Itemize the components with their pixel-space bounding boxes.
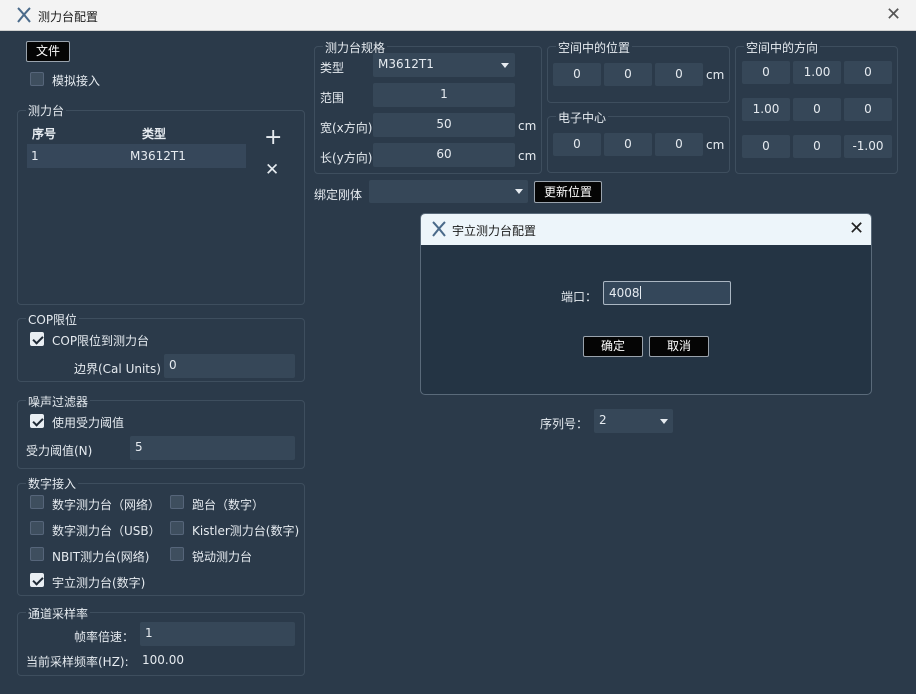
current-rate-label: 当前采样频率(HZ): [26, 655, 129, 669]
position-x-input[interactable]: 0 [553, 63, 601, 86]
dialog-title-bar: 宇立测力台配置 ✕ [421, 214, 871, 245]
yuli-digital-checkbox[interactable] [30, 573, 44, 587]
type-label: 类型 [320, 61, 345, 75]
type-dropdown-icon [501, 63, 509, 68]
force-threshold-checkbox-label: 使用受力阈值 [52, 416, 125, 430]
width-unit: cm [518, 119, 537, 133]
treadmill-digital-checkbox[interactable] [170, 495, 184, 509]
boundary-input[interactable]: 0 [164, 354, 295, 378]
text-cursor [639, 286, 641, 299]
nbit-network-checkbox[interactable] [30, 547, 44, 561]
window-close-icon[interactable]: ✕ [886, 6, 901, 24]
orientation-input[interactable]: 0 [844, 61, 892, 84]
dialog-close-icon[interactable]: ✕ [849, 220, 864, 238]
cop-group-title: COP限位 [26, 313, 80, 327]
position-z-input[interactable]: 0 [655, 63, 703, 86]
orientation-input[interactable]: 0 [742, 135, 790, 158]
column-header-index: 序号 [32, 127, 57, 141]
kistler-digital-checkbox[interactable] [170, 521, 184, 535]
noise-filter-title: 噪声过滤器 [26, 395, 91, 409]
digital-access-title: 数字接入 [26, 477, 79, 491]
nbit-network-label: NBIT测力台(网络) [52, 550, 150, 564]
digital-plate-network-checkbox[interactable] [30, 495, 44, 509]
file-button[interactable]: 文件 [26, 41, 70, 62]
port-label: 端口： [561, 290, 598, 304]
boundary-label: 边界(Cal Units) [74, 362, 161, 376]
force-threshold-input[interactable]: 5 [130, 436, 295, 460]
serial-dropdown-icon [660, 419, 668, 424]
length-unit: cm [518, 149, 537, 163]
electric-center-y-input[interactable]: 0 [604, 133, 652, 156]
force-threshold-checkbox[interactable] [30, 414, 44, 428]
remove-plate-icon[interactable]: ✕ [265, 160, 279, 180]
window-title-bar: 测力台配置 ✕ [0, 0, 916, 31]
app-logo-icon [17, 7, 31, 23]
bind-rigid-select[interactable] [369, 180, 528, 203]
yuli-digital-label: 宇立测力台(数字) [52, 576, 146, 590]
digital-plate-usb-checkbox[interactable] [30, 521, 44, 535]
serial-label: 序列号： [540, 417, 589, 431]
orientation-title: 空间中的方向 [744, 41, 821, 55]
width-input[interactable]: 50 [373, 113, 515, 137]
kistler-digital-label: Kistler测力台(数字) [192, 524, 300, 538]
force-threshold-label: 受力阈值(N) [26, 444, 93, 458]
type-select-value: M3612T1 [378, 57, 434, 71]
plate-row-type: M3612T1 [130, 149, 186, 163]
length-label: 长(y方向) [320, 151, 373, 165]
cop-limit-label: COP限位到测力台 [52, 334, 150, 348]
orientation-input[interactable]: -1.00 [844, 135, 892, 158]
serial-select[interactable]: 2 [594, 409, 673, 433]
orientation-input[interactable]: 1.00 [742, 98, 790, 121]
simulate-access-checkbox[interactable] [30, 72, 44, 86]
rate-multiplier-input[interactable]: 1 [140, 622, 295, 646]
digital-plate-network-label: 数字测力台（网络） [52, 498, 161, 512]
orientation-input[interactable]: 0 [844, 98, 892, 121]
port-value: 4008 [609, 286, 640, 300]
window-title: 测力台配置 [38, 10, 99, 24]
orientation-input[interactable]: 0 [742, 61, 790, 84]
electric-center-z-input[interactable]: 0 [655, 133, 703, 156]
plate-row-index: 1 [31, 149, 39, 163]
port-input[interactable]: 4008 [603, 281, 731, 305]
type-select[interactable]: M3612T1 [373, 53, 515, 77]
dialog-title: 宇立测力台配置 [452, 224, 537, 238]
position-y-input[interactable]: 0 [604, 63, 652, 86]
ruidong-plate-label: 锐动测力台 [192, 550, 253, 564]
orientation-input[interactable]: 0 [793, 135, 841, 158]
bind-rigid-label: 绑定刚体 [314, 188, 363, 202]
range-input[interactable]: 1 [373, 83, 515, 107]
yuli-config-dialog: 宇立测力台配置 ✕ 端口： 4008 确定 取消 [420, 213, 872, 395]
add-plate-icon[interactable]: + [264, 127, 282, 149]
update-position-button[interactable]: 更新位置 [534, 181, 602, 203]
orientation-input[interactable]: 1.00 [793, 61, 841, 84]
rate-multiplier-label: 帧率倍速： [74, 630, 135, 644]
position-title: 空间中的位置 [556, 41, 633, 55]
bind-rigid-dropdown-icon [515, 189, 523, 194]
cancel-button[interactable]: 取消 [649, 336, 709, 357]
electric-center-x-input[interactable]: 0 [553, 133, 601, 156]
dialog-logo-icon [432, 221, 446, 237]
treadmill-digital-label: 跑台（数字） [192, 498, 265, 512]
plate-table-row[interactable]: 1 M3612T1 [27, 144, 246, 168]
current-rate-value: 100.00 [142, 653, 184, 667]
position-unit: cm [706, 68, 725, 82]
digital-plate-usb-label: 数字测力台（USB） [52, 524, 161, 538]
range-label: 范围 [320, 91, 345, 105]
orientation-input[interactable]: 0 [793, 98, 841, 121]
serial-value: 2 [599, 413, 607, 427]
length-input[interactable]: 60 [373, 143, 515, 167]
ruidong-plate-checkbox[interactable] [170, 547, 184, 561]
column-header-type: 类型 [142, 127, 167, 141]
cop-limit-checkbox[interactable] [30, 332, 44, 346]
electric-center-title: 电子中心 [556, 111, 609, 125]
width-label: 宽(x方向) [320, 121, 373, 135]
electric-center-unit: cm [706, 138, 725, 152]
sampling-rate-title: 通道采样率 [26, 607, 91, 621]
plates-group-title: 测力台 [26, 104, 67, 118]
simulate-access-label: 模拟接入 [52, 74, 101, 88]
ok-button[interactable]: 确定 [583, 336, 643, 357]
